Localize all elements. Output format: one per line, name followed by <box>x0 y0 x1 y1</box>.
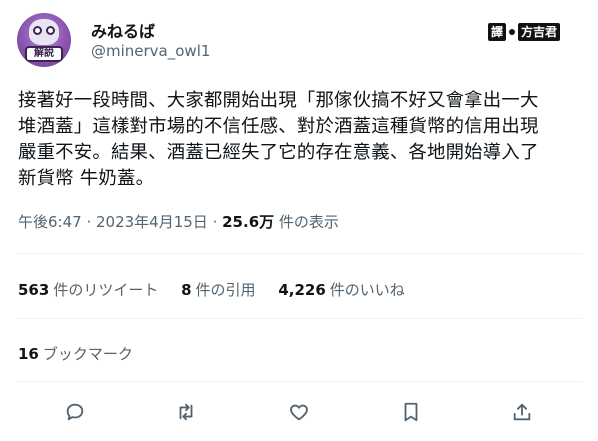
quotes-stat[interactable]: 8 件の引用 <box>181 279 255 300</box>
stamp-dot <box>509 29 516 35</box>
share-icon <box>513 403 531 421</box>
like-icon <box>290 404 308 421</box>
stamp-right-text: 方吉君 <box>518 23 561 41</box>
display-name[interactable]: みねるば <box>91 18 155 42</box>
avatar-badge: 解説 <box>25 46 63 62</box>
bookmark-icon <box>404 402 418 422</box>
meta-separator: · <box>207 213 223 231</box>
tweet-time[interactable]: 午後6:47 <box>18 213 82 231</box>
likes-count: 4,226 <box>278 281 326 299</box>
owl-eye-left <box>33 26 42 35</box>
bookmarks-label: ブックマーク <box>42 345 133 363</box>
views-label: 件の表示 <box>274 213 339 231</box>
likes-stat[interactable]: 4,226 件のいいね <box>278 279 404 300</box>
retweet-icon <box>179 403 193 421</box>
likes-label: 件のいいね <box>329 281 405 299</box>
divider <box>16 381 582 382</box>
quotes-label: 件の引用 <box>195 281 256 299</box>
tweet-line: 接著好一段時間、大家都開始出現「那傢伙搞不好又會拿出一大 <box>18 90 539 111</box>
divider <box>16 318 582 319</box>
quotes-count: 8 <box>181 281 192 299</box>
avatar[interactable]: 解説 <box>17 13 71 67</box>
tweet-line: 新貨幣 牛奶蓋。 <box>18 168 155 189</box>
user-handle[interactable]: @minerva_owl1 <box>91 42 210 60</box>
views-count: 25.6万 <box>222 213 275 231</box>
stamp-left-text: 譯 <box>488 23 507 41</box>
meta-separator: · <box>81 213 96 231</box>
tweet-date[interactable]: 2023年4月15日 <box>96 213 208 231</box>
engagement-stats: 563 件のリツイート 8 件の引用 4,226 件のいいね <box>18 279 423 300</box>
action-bar <box>0 398 598 426</box>
retweets-stat[interactable]: 563 件のリツイート <box>18 279 158 300</box>
retweets-label: 件のリツイート <box>53 281 159 299</box>
like-button[interactable] <box>285 398 313 426</box>
bookmarks-stat[interactable]: 16 ブックマーク <box>18 343 133 364</box>
tweet-line: 嚴重不安。結果、酒蓋已經失了它的存在意義、各地開始導入了 <box>18 142 539 163</box>
bookmarks-count: 16 <box>18 345 39 363</box>
tweet-text: 接著好一段時間、大家都開始出現「那傢伙搞不好又會拿出一大 堆酒蓋」這樣對市場的不… <box>18 88 584 192</box>
bookmark-button[interactable] <box>397 398 425 426</box>
tweet-meta: 午後6:47 · 2023年4月15日 · 25.6万 件の表示 <box>18 211 339 232</box>
share-button[interactable] <box>508 398 536 426</box>
translator-stamp: 譯 方吉君 <box>488 22 561 42</box>
retweet-button[interactable] <box>172 398 200 426</box>
reply-button[interactable] <box>61 398 89 426</box>
reply-icon <box>66 403 84 421</box>
owl-eye-right <box>46 26 55 35</box>
tweet-line: 堆酒蓋」這樣對市場的不信任感、對於酒蓋這種貨幣的信用出現 <box>18 116 539 137</box>
retweets-count: 563 <box>18 281 50 299</box>
divider <box>16 253 582 254</box>
